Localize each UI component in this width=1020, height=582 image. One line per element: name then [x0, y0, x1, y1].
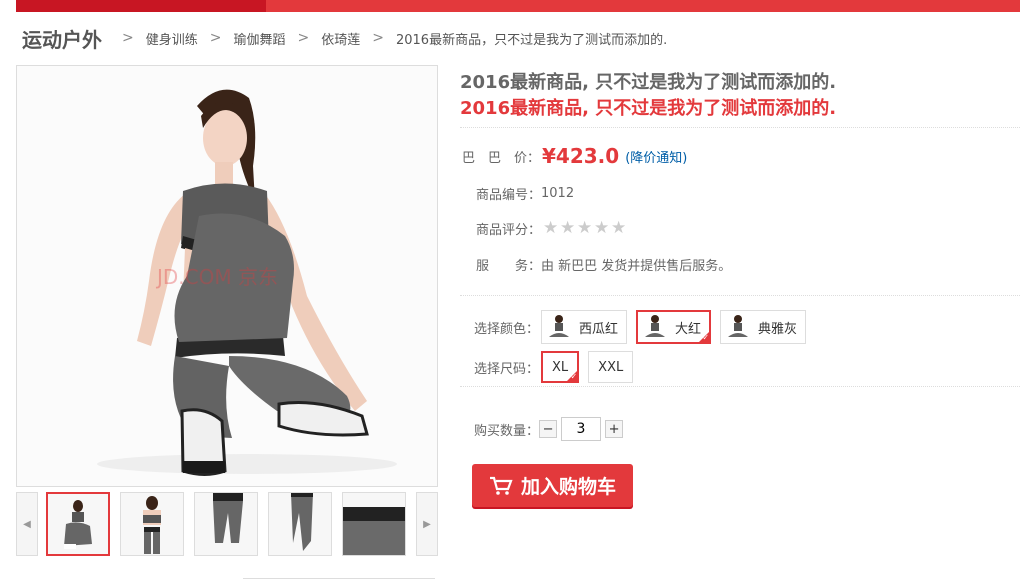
- color-swatch-image: [645, 315, 666, 337]
- divider: [460, 295, 1020, 296]
- service-row: 服 务： 由 新巴巴 发货并提供售后服务。: [476, 255, 732, 274]
- star-icon: ★: [543, 218, 559, 238]
- color-option-label: 西瓜红: [579, 321, 619, 337]
- chevron-right-icon: >: [297, 30, 310, 46]
- check-icon: ✓: [570, 372, 578, 381]
- size-option-xl[interactable]: XL ✓: [541, 351, 580, 383]
- watermark: JD.COM 京东: [157, 265, 278, 289]
- thumbnail-image: [64, 500, 92, 549]
- product-code-value: 1012: [541, 185, 575, 201]
- thumbnail-image: [213, 493, 243, 543]
- thumbnail[interactable]: [120, 492, 184, 556]
- color-option-elegant-gray[interactable]: 典雅灰: [720, 310, 807, 344]
- color-option-watermelon-red[interactable]: 西瓜红: [541, 310, 628, 344]
- price-row: 巴 巴 价： ¥423.0 (降价通知): [462, 142, 687, 170]
- product-code-row: 商品编号： 1012: [476, 184, 575, 203]
- thumbnail-prev-button[interactable]: ◀: [16, 492, 38, 556]
- cart-icon: [489, 476, 513, 495]
- top-accent-bar-dark: [16, 0, 266, 12]
- thumbnail[interactable]: [342, 492, 406, 556]
- service-value: 由 新巴巴 发货并提供售后服务。: [541, 258, 732, 274]
- thumbnail-image: [343, 507, 405, 555]
- breadcrumb-item-fitness[interactable]: 健身训练: [146, 29, 198, 48]
- caret-right-icon: ▶: [423, 518, 431, 530]
- color-option-red[interactable]: 大红 ✓: [636, 310, 712, 344]
- star-icon: ★: [560, 218, 576, 238]
- breadcrumb-current: 2016最新商品，只不过是我为了测试而添加的.: [395, 32, 668, 48]
- divider: [243, 578, 435, 579]
- thumbnail-image: [291, 493, 313, 551]
- thumbnail[interactable]: [46, 492, 110, 556]
- chevron-right-icon: >: [122, 30, 134, 46]
- check-icon: ✓: [702, 333, 710, 342]
- service-label: 服 务：: [476, 258, 542, 274]
- price-label: 巴 巴 价：: [462, 150, 541, 166]
- size-option-label: XXL: [598, 359, 624, 375]
- color-selector: 选择颜色： 西瓜红 大红 ✓ 典雅灰: [474, 309, 815, 345]
- chevron-right-icon: >: [372, 30, 384, 46]
- thumbnail[interactable]: [268, 492, 332, 556]
- color-swatch-image: [728, 315, 749, 337]
- thumbnail[interactable]: [194, 492, 258, 556]
- thumbnail-image: [143, 496, 161, 554]
- rating-row: 商品评分： ★ ★ ★ ★ ★: [476, 218, 628, 238]
- color-label: 选择颜色：: [474, 321, 540, 337]
- product-main-image[interactable]: JD.COM 京东: [16, 65, 438, 487]
- quantity-input[interactable]: [561, 417, 602, 441]
- size-selector: 选择尺码： XL ✓ XXL: [474, 350, 642, 384]
- breadcrumb-category[interactable]: 运动户外: [22, 24, 102, 53]
- caret-left-icon: ◀: [23, 518, 31, 530]
- thumbnail-strip: ◀ ▶: [16, 492, 438, 556]
- thumbnail-next-button[interactable]: ▶: [416, 492, 438, 556]
- quantity-increase-button[interactable]: +: [605, 420, 624, 438]
- breadcrumb-item-brand[interactable]: 依琦莲: [321, 29, 360, 48]
- price-value: ¥423.0: [542, 144, 620, 168]
- add-to-cart-label: 加入购物车: [520, 476, 616, 498]
- product-code-label: 商品编号：: [476, 187, 542, 203]
- size-label: 选择尺码：: [474, 361, 540, 377]
- size-option-xxl[interactable]: XXL: [588, 351, 634, 383]
- chevron-right-icon: >: [209, 30, 222, 46]
- price-notify-link[interactable]: (降价通知): [625, 147, 687, 166]
- breadcrumb-item-yoga[interactable]: 瑜伽舞蹈: [233, 29, 285, 48]
- quantity-decrease-button[interactable]: −: [539, 420, 558, 438]
- product-subtitle: 2016最新商品, 只不过是我为了测试而添加的.: [460, 98, 837, 119]
- star-icon: ★: [594, 218, 610, 238]
- rating-stars: ★ ★ ★ ★ ★: [543, 218, 628, 238]
- quantity-label: 购买数量：: [474, 423, 540, 439]
- color-option-label: 典雅灰: [758, 321, 798, 337]
- quantity-stepper: 购买数量： − +: [474, 416, 624, 442]
- color-swatch-image: [549, 315, 570, 337]
- star-icon: ★: [577, 218, 593, 238]
- breadcrumb: 运动户外 > 健身训练 > 瑜伽舞蹈 > 依琦莲 > 2016最新商品，只不过是…: [22, 24, 667, 52]
- divider: [460, 386, 1020, 387]
- star-icon: ★: [611, 218, 627, 238]
- product-title: 2016最新商品, 只不过是我为了测试而添加的.: [460, 72, 837, 93]
- divider: [460, 127, 1020, 128]
- rating-label: 商品评分：: [476, 222, 542, 238]
- add-to-cart-button[interactable]: 加入购物车: [472, 464, 633, 507]
